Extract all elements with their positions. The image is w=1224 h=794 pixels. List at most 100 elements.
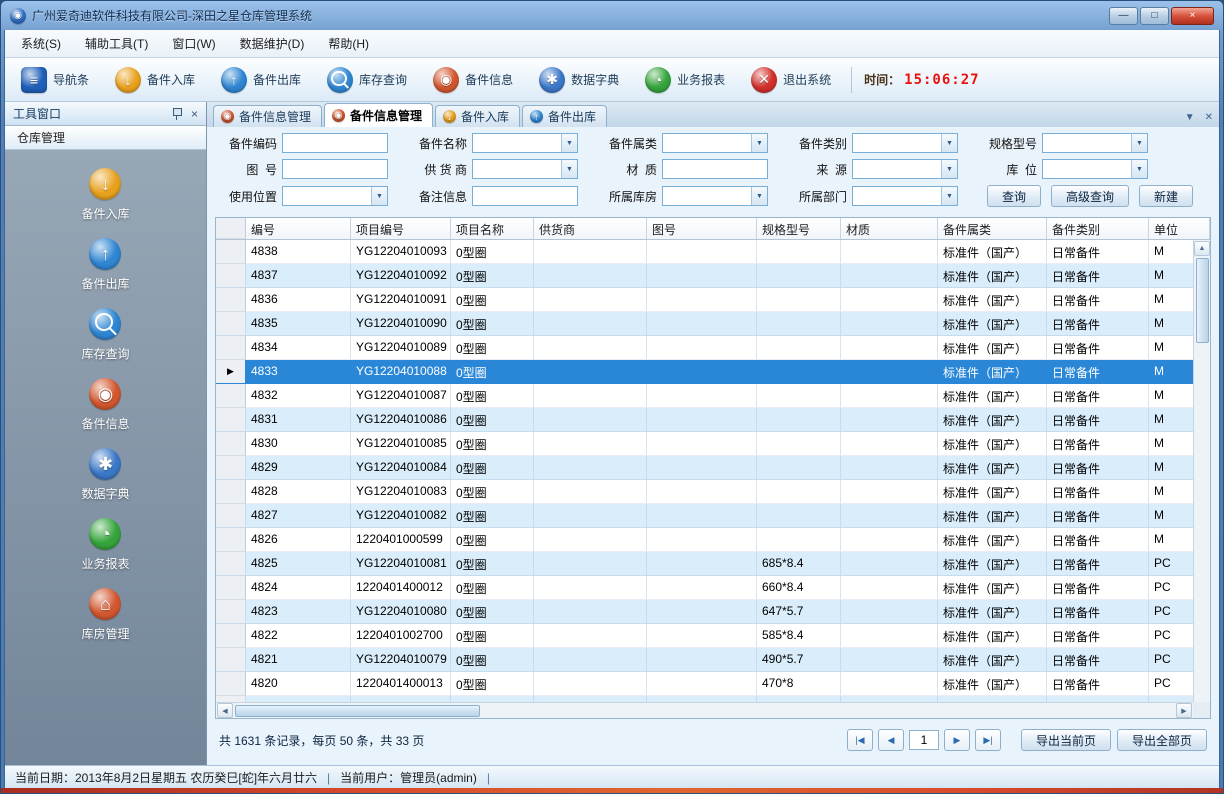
sidebar-item-parts-info[interactable]: ◉备件信息 <box>81 378 129 432</box>
table-row[interactable]: 4821YG122040100790型圈490*5.7标准件（国产）日常备件PC <box>216 648 1210 672</box>
menu-item-2[interactable]: 窗口(W) <box>160 31 227 56</box>
sidebar-close-icon[interactable]: × <box>191 107 198 121</box>
scroll-left-icon[interactable]: ◀ <box>217 703 233 718</box>
stock-location-select[interactable]: ▼ <box>1042 159 1148 179</box>
scroll-up-icon[interactable]: ▲ <box>1194 241 1210 256</box>
export-all-pages-button[interactable]: 导出全部页 <box>1117 729 1207 751</box>
stock-query-button[interactable]: 库存查询 <box>319 63 415 97</box>
scroll-right-icon[interactable]: ▶ <box>1176 703 1192 718</box>
drawing-no-input[interactable] <box>282 159 388 179</box>
menu-item-1[interactable]: 辅助工具(T) <box>73 31 160 56</box>
material-input[interactable] <box>662 159 768 179</box>
column-header-0[interactable]: 编号 <box>246 218 351 239</box>
table-row[interactable]: 4825YG122040100810型圈685*8.4标准件（国产）日常备件PC <box>216 552 1210 576</box>
sidebar-item-stock-query[interactable]: 库存查询 <box>81 308 129 362</box>
sidebar-item-parts-outbound[interactable]: ↑备件出库 <box>81 238 129 292</box>
table-row[interactable]: 4832YG122040100870型圈标准件（国产）日常备件M <box>216 384 1210 408</box>
column-header-3[interactable]: 供货商 <box>534 218 647 239</box>
chevron-down-icon[interactable]: ▼ <box>941 187 957 205</box>
horizontal-scrollbar[interactable]: ◀ ▶ <box>216 702 1193 718</box>
column-header-4[interactable]: 图号 <box>647 218 757 239</box>
table-row[interactable]: 482612204010005990型圈标准件（国产）日常备件M <box>216 528 1210 552</box>
parts-info-button[interactable]: ◉备件信息 <box>425 63 521 97</box>
table-row[interactable]: 482212204010027000型圈585*8.4标准件（国产）日常备件PC <box>216 624 1210 648</box>
chevron-down-icon[interactable]: ▼ <box>371 187 387 205</box>
chevron-down-icon[interactable]: ▼ <box>751 134 767 152</box>
tab-3[interactable]: ↑备件出库 <box>522 105 607 127</box>
tab-2[interactable]: ↓备件入库 <box>435 105 520 127</box>
prev-page-button[interactable]: ◀ <box>878 729 904 751</box>
tab-list-dropdown-icon[interactable]: ▼ <box>1185 112 1195 123</box>
chevron-down-icon[interactable]: ▼ <box>751 187 767 205</box>
parts-inbound-button[interactable]: ↓备件入库 <box>107 63 203 97</box>
new-button[interactable]: 新建 <box>1139 185 1193 207</box>
table-row[interactable]: 4838YG122040100930型圈标准件（国产）日常备件M <box>216 240 1210 264</box>
menu-item-3[interactable]: 数据维护(D) <box>228 31 317 56</box>
supplier-select[interactable]: ▼ <box>472 159 578 179</box>
part-category-select[interactable]: ▼ <box>662 133 768 153</box>
export-current-page-button[interactable]: 导出当前页 <box>1021 729 1111 751</box>
table-row[interactable]: 4836YG122040100910型圈标准件（国产）日常备件M <box>216 288 1210 312</box>
sidebar-item-warehouse-mgmt[interactable]: ⌂库房管理 <box>81 588 129 642</box>
remark-input[interactable] <box>472 186 578 206</box>
page-number-input[interactable] <box>909 730 939 750</box>
column-header-8[interactable]: 备件类别 <box>1047 218 1149 239</box>
table-row[interactable]: 482012204014000130型圈470*8标准件（国产）日常备件PC <box>216 672 1210 696</box>
table-row[interactable]: 4827YG122040100820型圈标准件（国产）日常备件M <box>216 504 1210 528</box>
table-row[interactable]: 4828YG122040100830型圈标准件（国产）日常备件M <box>216 480 1210 504</box>
column-header-1[interactable]: 项目编号 <box>351 218 451 239</box>
department-select[interactable]: ▼ <box>852 186 958 206</box>
sidebar-item-data-dictionary[interactable]: ✱数据字典 <box>81 448 129 502</box>
last-page-button[interactable]: ▶| <box>975 729 1001 751</box>
column-header-2[interactable]: 项目名称 <box>451 218 534 239</box>
usage-position-select[interactable]: ▼ <box>282 186 388 206</box>
table-row[interactable]: 4835YG122040100900型圈标准件（国产）日常备件M <box>216 312 1210 336</box>
menu-item-0[interactable]: 系统(S) <box>9 31 73 56</box>
close-button[interactable]: × <box>1171 7 1214 25</box>
business-report-button[interactable]: ◔业务报表 <box>637 63 733 97</box>
table-row[interactable]: ▶4833YG122040100880型圈标准件（国产）日常备件M <box>216 360 1210 384</box>
advanced-query-button[interactable]: 高级查询 <box>1051 185 1129 207</box>
column-header-7[interactable]: 备件属类 <box>938 218 1047 239</box>
table-row[interactable]: 4829YG122040100840型圈标准件（国产）日常备件M <box>216 456 1210 480</box>
chevron-down-icon[interactable]: ▼ <box>941 160 957 178</box>
table-row[interactable]: 4837YG122040100920型圈标准件（国产）日常备件M <box>216 264 1210 288</box>
spec-model-select[interactable]: ▼ <box>1042 133 1148 153</box>
menu-item-4[interactable]: 帮助(H) <box>316 31 381 56</box>
warehouse-select[interactable]: ▼ <box>662 186 768 206</box>
column-header-5[interactable]: 规格型号 <box>757 218 841 239</box>
tab-1[interactable]: ◉备件信息管理 <box>324 103 433 127</box>
chevron-down-icon[interactable]: ▼ <box>1131 134 1147 152</box>
pin-icon[interactable] <box>171 107 183 120</box>
column-header-9[interactable]: 单位 <box>1149 218 1210 239</box>
chevron-down-icon[interactable]: ▼ <box>941 134 957 152</box>
vertical-scrollbar[interactable]: ▲ <box>1193 240 1210 702</box>
tab-close-icon[interactable]: ✕ <box>1205 112 1213 123</box>
chevron-down-icon[interactable]: ▼ <box>561 134 577 152</box>
part-name-select[interactable]: ▼ <box>472 133 578 153</box>
chevron-down-icon[interactable]: ▼ <box>561 160 577 178</box>
query-button[interactable]: 查询 <box>987 185 1041 207</box>
source-select[interactable]: ▼ <box>852 159 958 179</box>
vertical-scroll-thumb[interactable] <box>1196 258 1209 343</box>
maximize-button[interactable]: □ <box>1140 7 1169 25</box>
horizontal-scroll-thumb[interactable] <box>235 705 480 717</box>
first-page-button[interactable]: |◀ <box>847 729 873 751</box>
column-header-6[interactable]: 材质 <box>841 218 938 239</box>
exit-system-button[interactable]: ✕退出系统 <box>743 63 839 97</box>
part-code-input[interactable] <box>282 133 388 153</box>
sidebar-item-parts-inbound[interactable]: ↓备件入库 <box>81 168 129 222</box>
minimize-button[interactable]: — <box>1109 7 1138 25</box>
table-row[interactable]: 4830YG122040100850型圈标准件（国产）日常备件M <box>216 432 1210 456</box>
navbar-button[interactable]: ≡导航条 <box>13 63 97 97</box>
sidebar-item-business-report[interactable]: ◔业务报表 <box>81 518 129 572</box>
tab-0[interactable]: ◉备件信息管理 <box>213 105 322 127</box>
table-row[interactable]: 4831YG122040100860型圈标准件（国产）日常备件M <box>216 408 1210 432</box>
data-dictionary-button[interactable]: ✱数据字典 <box>531 63 627 97</box>
part-class-select[interactable]: ▼ <box>852 133 958 153</box>
next-page-button[interactable]: ▶ <box>944 729 970 751</box>
chevron-down-icon[interactable]: ▼ <box>1131 160 1147 178</box>
table-row[interactable]: 4834YG122040100890型圈标准件（国产）日常备件M <box>216 336 1210 360</box>
table-row[interactable]: 4823YG122040100800型圈647*5.7标准件（国产）日常备件PC <box>216 600 1210 624</box>
parts-outbound-button[interactable]: ↑备件出库 <box>213 63 309 97</box>
